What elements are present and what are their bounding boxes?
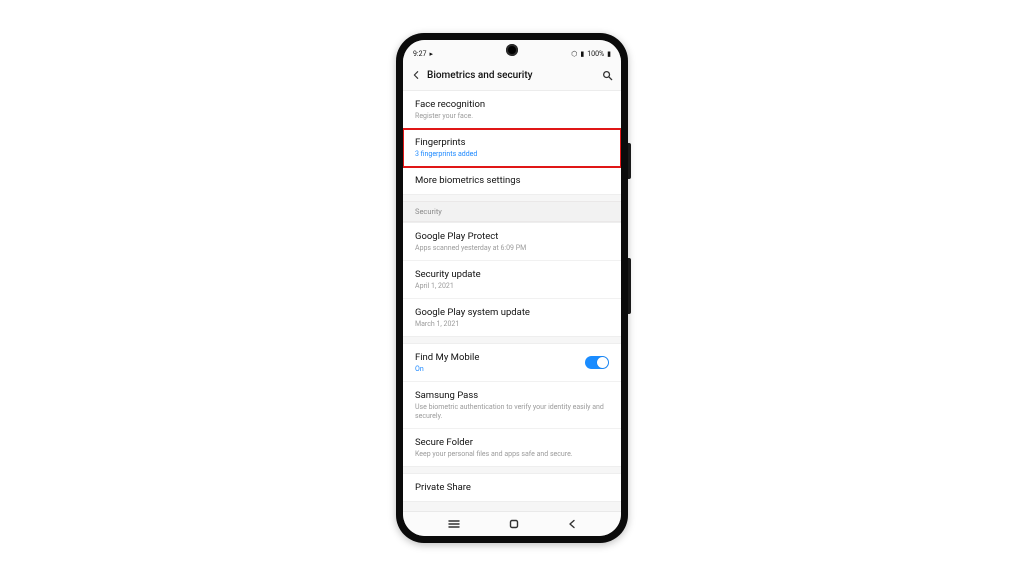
app-bar: Biometrics and security xyxy=(403,60,621,91)
battery-percent: 100% xyxy=(587,50,604,58)
back-button[interactable] xyxy=(411,70,421,80)
power-button xyxy=(628,258,631,314)
item-subtext: On xyxy=(415,365,585,374)
item-label: Fingerprints xyxy=(415,137,609,149)
item-subtext: 3 fingerprints added xyxy=(415,150,609,159)
item-secure-folder[interactable]: Secure Folder Keep your personal files a… xyxy=(403,429,621,466)
wifi-icon: ⬡ xyxy=(571,51,577,58)
battery-icon: ▮ xyxy=(607,51,611,58)
settings-scroll[interactable]: Face recognition Register your face. Fin… xyxy=(403,91,621,511)
item-label: Samsung Pass xyxy=(415,390,609,402)
security-group: Google Play Protect Apps scanned yesterd… xyxy=(403,222,621,337)
nav-back-button[interactable] xyxy=(567,519,577,529)
item-label: More biometrics settings xyxy=(415,175,609,187)
item-label: Google Play system update xyxy=(415,307,609,319)
item-play-protect[interactable]: Google Play Protect Apps scanned yesterd… xyxy=(403,223,621,261)
home-button[interactable] xyxy=(508,518,520,530)
signal-icon: ▮ xyxy=(580,51,584,58)
item-subtext: April 1, 2021 xyxy=(415,282,609,291)
front-camera xyxy=(506,44,518,56)
section-header-security: Security xyxy=(403,201,621,222)
item-label: Google Play Protect xyxy=(415,231,609,243)
item-label: Private Share xyxy=(415,482,609,494)
clock-text: 9:27 xyxy=(413,50,427,58)
item-subtext: March 1, 2021 xyxy=(415,320,609,329)
item-subtext: Register your face. xyxy=(415,112,609,121)
findmy-group: Find My Mobile On Samsung Pass Use biome… xyxy=(403,343,621,467)
phone-screen: 9:27 ▸ ⬡ ▮ 100% ▮ Biometrics and securit… xyxy=(403,40,621,536)
volume-button xyxy=(628,143,631,179)
item-security-update[interactable]: Security update April 1, 2021 xyxy=(403,261,621,299)
item-subtext: Use biometric authentication to verify y… xyxy=(415,403,609,421)
item-find-my-mobile[interactable]: Find My Mobile On xyxy=(403,344,621,382)
item-subtext: Apps scanned yesterday at 6:09 PM xyxy=(415,244,609,253)
recents-button[interactable] xyxy=(447,519,461,529)
nav-bar xyxy=(403,511,621,536)
item-fingerprints[interactable]: Fingerprints 3 fingerprints added xyxy=(403,129,621,167)
camera-indicator-icon: ▸ xyxy=(430,51,434,58)
item-private-share[interactable]: Private Share xyxy=(403,474,621,501)
biometrics-group: Face recognition Register your face. Fin… xyxy=(403,91,621,195)
status-bar-right: ⬡ ▮ 100% ▮ xyxy=(571,50,611,58)
phone-frame: 9:27 ▸ ⬡ ▮ 100% ▮ Biometrics and securit… xyxy=(396,33,628,543)
item-subtext: Keep your personal files and apps safe a… xyxy=(415,450,609,459)
item-label: Face recognition xyxy=(415,99,609,111)
item-label: Security update xyxy=(415,269,609,281)
search-button[interactable] xyxy=(602,70,613,81)
item-more-biometrics[interactable]: More biometrics settings xyxy=(403,167,621,194)
item-label: Secure Folder xyxy=(415,437,609,449)
page-title: Biometrics and security xyxy=(427,70,596,81)
item-label: Find My Mobile xyxy=(415,352,585,364)
stage: 9:27 ▸ ⬡ ▮ 100% ▮ Biometrics and securit… xyxy=(0,0,1024,576)
item-play-system-update[interactable]: Google Play system update March 1, 2021 xyxy=(403,299,621,336)
private-share-group: Private Share xyxy=(403,473,621,502)
item-samsung-pass[interactable]: Samsung Pass Use biometric authenticatio… xyxy=(403,382,621,429)
item-face-recognition[interactable]: Face recognition Register your face. xyxy=(403,91,621,129)
status-bar-left: 9:27 ▸ xyxy=(413,50,433,58)
toggle-find-my-mobile[interactable] xyxy=(585,356,609,369)
